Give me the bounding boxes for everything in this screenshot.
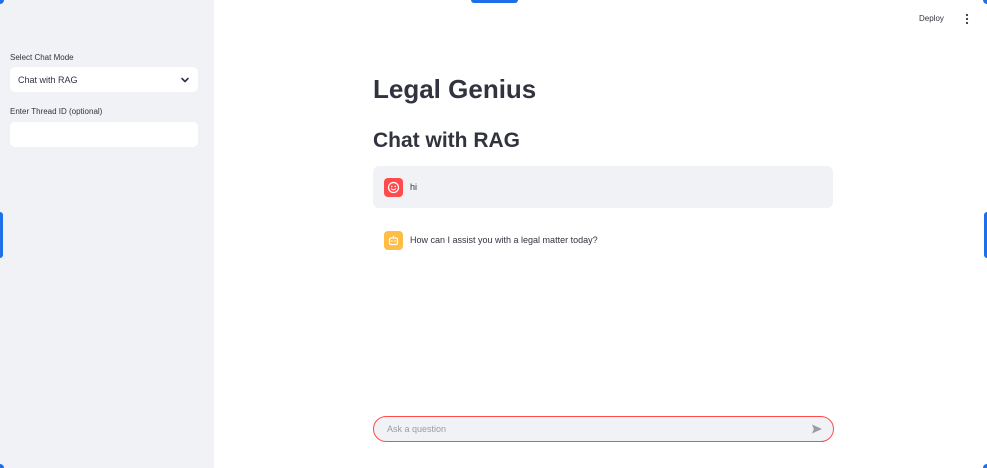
chat-message-assistant: How can I assist you with a legal matter… [373,220,833,260]
page-subtitle: Chat with RAG [373,129,520,152]
chat-mode-value: Chat with RAG [18,74,78,85]
chat-input[interactable] [385,423,811,435]
sidebar: Select Chat Mode Chat with RAG Enter Thr… [0,0,214,468]
app-window: Select Chat Mode Chat with RAG Enter Thr… [0,0,987,468]
screen-edge-marker-left [0,212,3,258]
more-options-icon[interactable] [963,13,971,25]
user-face-icon [384,177,403,197]
message-text: How can I assist you with a legal matter… [410,235,598,245]
chat-message-user: hi [373,166,833,208]
message-text: hi [410,182,418,192]
thread-id-input[interactable] [10,122,198,147]
deploy-button[interactable]: Deploy [919,14,944,23]
chat-input-container [373,416,834,442]
screen-edge-marker-top [471,0,518,3]
screen-edge-marker-bottom-right [983,464,987,468]
send-icon[interactable] [811,423,823,435]
screen-edge-marker-top-right [983,0,987,4]
chat-mode-select[interactable]: Chat with RAG [10,67,198,92]
chat-mode-label: Select Chat Mode [10,53,74,62]
bot-icon [384,230,403,250]
thread-id-label: Enter Thread ID (optional) [10,107,103,116]
chevron-down-icon [181,77,189,82]
page-title: Legal Genius [373,74,537,104]
